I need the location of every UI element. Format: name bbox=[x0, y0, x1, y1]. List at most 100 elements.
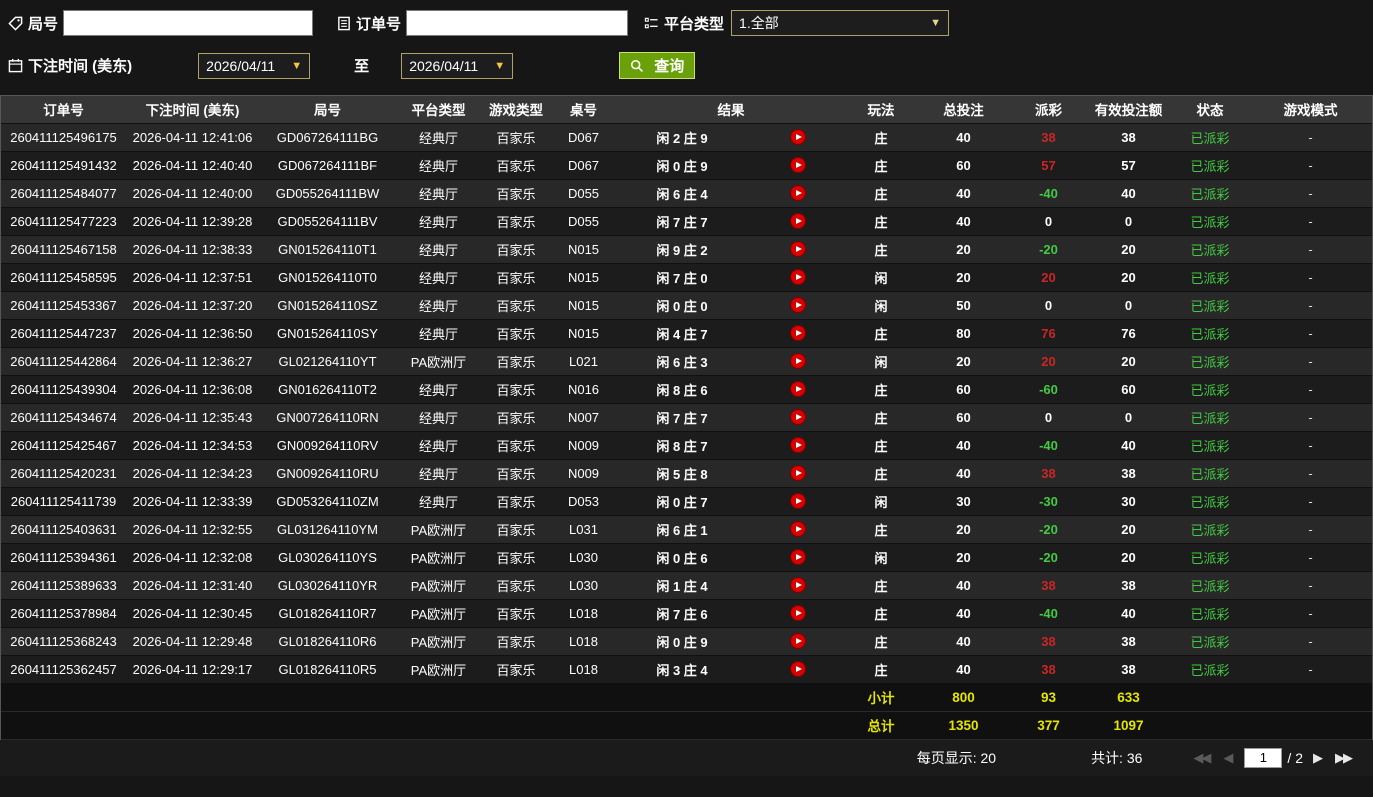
cell-game-type: 百家乐 bbox=[481, 543, 551, 572]
cell-valid-bet: 38 bbox=[1086, 123, 1171, 152]
play-video-icon[interactable] bbox=[790, 633, 806, 649]
cell-status: 已派彩 bbox=[1171, 123, 1249, 152]
cell-bet-time: 2026-04-11 12:39:28 bbox=[126, 207, 259, 236]
cell-platform-type: 经典厅 bbox=[396, 487, 481, 516]
cell-play-method: 闲 bbox=[846, 543, 916, 572]
play-video-icon[interactable] bbox=[790, 465, 806, 481]
cell-order-no: 260411125403631 bbox=[1, 515, 126, 544]
date-to-value: 2026/04/11 bbox=[409, 57, 479, 74]
table-row: 260411125378984 2026-04-11 12:30:45 GL0182… bbox=[1, 599, 1372, 628]
play-video-icon[interactable] bbox=[790, 129, 806, 145]
total-pages-value: 2 bbox=[1295, 749, 1303, 766]
cell-bet-time: 2026-04-11 12:37:20 bbox=[126, 291, 259, 320]
play-video-icon[interactable] bbox=[790, 437, 806, 453]
play-video-icon[interactable] bbox=[790, 269, 806, 285]
column-header: 状态 bbox=[1171, 96, 1249, 124]
game-no-input[interactable] bbox=[63, 10, 314, 36]
cell-bet-time: 2026-04-11 12:32:08 bbox=[126, 543, 259, 572]
play-video-icon[interactable] bbox=[790, 409, 806, 425]
prev-page-button[interactable]: ◀ bbox=[1223, 750, 1233, 766]
cell-valid-bet: 40 bbox=[1086, 179, 1171, 208]
cell-order-no: 260411125491432 bbox=[1, 151, 126, 180]
cell-valid-bet: 40 bbox=[1086, 599, 1171, 628]
cell-result: 闲 4 庄 7 bbox=[616, 319, 846, 348]
play-video-icon[interactable] bbox=[790, 661, 806, 677]
cell-order-no: 260411125378984 bbox=[1, 599, 126, 628]
play-video-icon[interactable] bbox=[790, 577, 806, 593]
cell-platform-type: PA欧洲厅 bbox=[396, 627, 481, 656]
cell-bet-time: 2026-04-11 12:38:33 bbox=[126, 235, 259, 264]
play-video-icon[interactable] bbox=[790, 521, 806, 537]
cell-table-no: N015 bbox=[551, 263, 616, 292]
play-video-icon[interactable] bbox=[790, 185, 806, 201]
cell-order-no: 260411125484077 bbox=[1, 179, 126, 208]
date-range-to-label: 至 bbox=[354, 58, 370, 75]
cell-game-mode: - bbox=[1249, 515, 1372, 544]
cell-valid-bet: 30 bbox=[1086, 487, 1171, 516]
query-button[interactable]: 查询 bbox=[619, 52, 696, 79]
first-page-button[interactable]: ◀◀ bbox=[1193, 750, 1211, 766]
cell-table-no: N016 bbox=[551, 375, 616, 404]
cell-game-type: 百家乐 bbox=[481, 319, 551, 348]
play-video-icon[interactable] bbox=[790, 241, 806, 257]
cell-payout: 38 bbox=[1011, 571, 1086, 600]
cell-result: 闲 3 庄 4 bbox=[616, 655, 846, 684]
result-text: 闲 6 庄 3 bbox=[656, 354, 708, 370]
cell-platform-type: 经典厅 bbox=[396, 431, 481, 460]
cell-game-type: 百家乐 bbox=[481, 515, 551, 544]
cell-platform-type: 经典厅 bbox=[396, 207, 481, 236]
date-from-value: 2026/04/11 bbox=[206, 57, 276, 74]
cell-total-bet: 40 bbox=[916, 571, 1011, 600]
cell-payout: 0 bbox=[1011, 403, 1086, 432]
cell-valid-bet: 57 bbox=[1086, 151, 1171, 180]
table-row: 260411125467158 2026-04-11 12:38:33 GN0152… bbox=[1, 235, 1372, 264]
play-video-icon[interactable] bbox=[790, 297, 806, 313]
order-no-input[interactable] bbox=[406, 10, 629, 36]
chevron-down-icon: ▼ bbox=[930, 17, 942, 29]
cell-table-no: L030 bbox=[551, 571, 616, 600]
table-row: 260411125420231 2026-04-11 12:34:23 GN0092… bbox=[1, 459, 1372, 488]
subtotal-row: 小计 800 93 633 bbox=[1, 683, 1372, 712]
play-video-icon[interactable] bbox=[790, 381, 806, 397]
next-page-button[interactable]: ▶ bbox=[1313, 750, 1323, 766]
cell-status: 已派彩 bbox=[1171, 515, 1249, 544]
date-from-select[interactable]: 2026/04/11 ▼ bbox=[198, 52, 311, 79]
cell-total-bet: 60 bbox=[916, 403, 1011, 432]
total-label: 总计 bbox=[846, 711, 916, 740]
play-video-icon[interactable] bbox=[790, 493, 806, 509]
cell-status: 已派彩 bbox=[1171, 375, 1249, 404]
cell-order-no: 260411125368243 bbox=[1, 627, 126, 656]
cell-play-method: 闲 bbox=[846, 291, 916, 320]
cell-status: 已派彩 bbox=[1171, 291, 1249, 320]
result-text: 闲 3 庄 4 bbox=[656, 662, 708, 678]
play-video-icon[interactable] bbox=[790, 213, 806, 229]
cell-result: 闲 7 庄 7 bbox=[616, 207, 846, 236]
play-video-icon[interactable] bbox=[790, 157, 806, 173]
cell-valid-bet: 20 bbox=[1086, 543, 1171, 572]
platform-type-select[interactable]: 1.全部 ▼ bbox=[731, 10, 950, 36]
cell-play-method: 庄 bbox=[846, 151, 916, 180]
table-row: 260411125477223 2026-04-11 12:39:28 GD0552… bbox=[1, 207, 1372, 236]
cell-play-method: 庄 bbox=[846, 235, 916, 264]
cell-total-bet: 40 bbox=[916, 207, 1011, 236]
cell-status: 已派彩 bbox=[1171, 627, 1249, 656]
cell-table-no: L018 bbox=[551, 599, 616, 628]
cell-platform-type: 经典厅 bbox=[396, 179, 481, 208]
cell-game-mode: - bbox=[1249, 403, 1372, 432]
play-video-icon[interactable] bbox=[790, 325, 806, 341]
page-number-input[interactable] bbox=[1244, 747, 1283, 768]
last-page-button[interactable]: ▶▶ bbox=[1335, 750, 1353, 766]
cell-game-mode: - bbox=[1249, 571, 1372, 600]
total-spacer-right bbox=[1171, 711, 1372, 740]
cell-total-bet: 20 bbox=[916, 347, 1011, 376]
play-video-icon[interactable] bbox=[790, 605, 806, 621]
search-icon bbox=[630, 59, 644, 73]
play-video-icon[interactable] bbox=[790, 549, 806, 565]
cell-status: 已派彩 bbox=[1171, 459, 1249, 488]
cell-platform-type: 经典厅 bbox=[396, 319, 481, 348]
date-to-select[interactable]: 2026/04/11 ▼ bbox=[401, 52, 514, 79]
cell-order-no: 260411125467158 bbox=[1, 235, 126, 264]
play-video-icon[interactable] bbox=[790, 353, 806, 369]
cell-platform-type: 经典厅 bbox=[396, 263, 481, 292]
cell-platform-type: PA欧洲厅 bbox=[396, 571, 481, 600]
